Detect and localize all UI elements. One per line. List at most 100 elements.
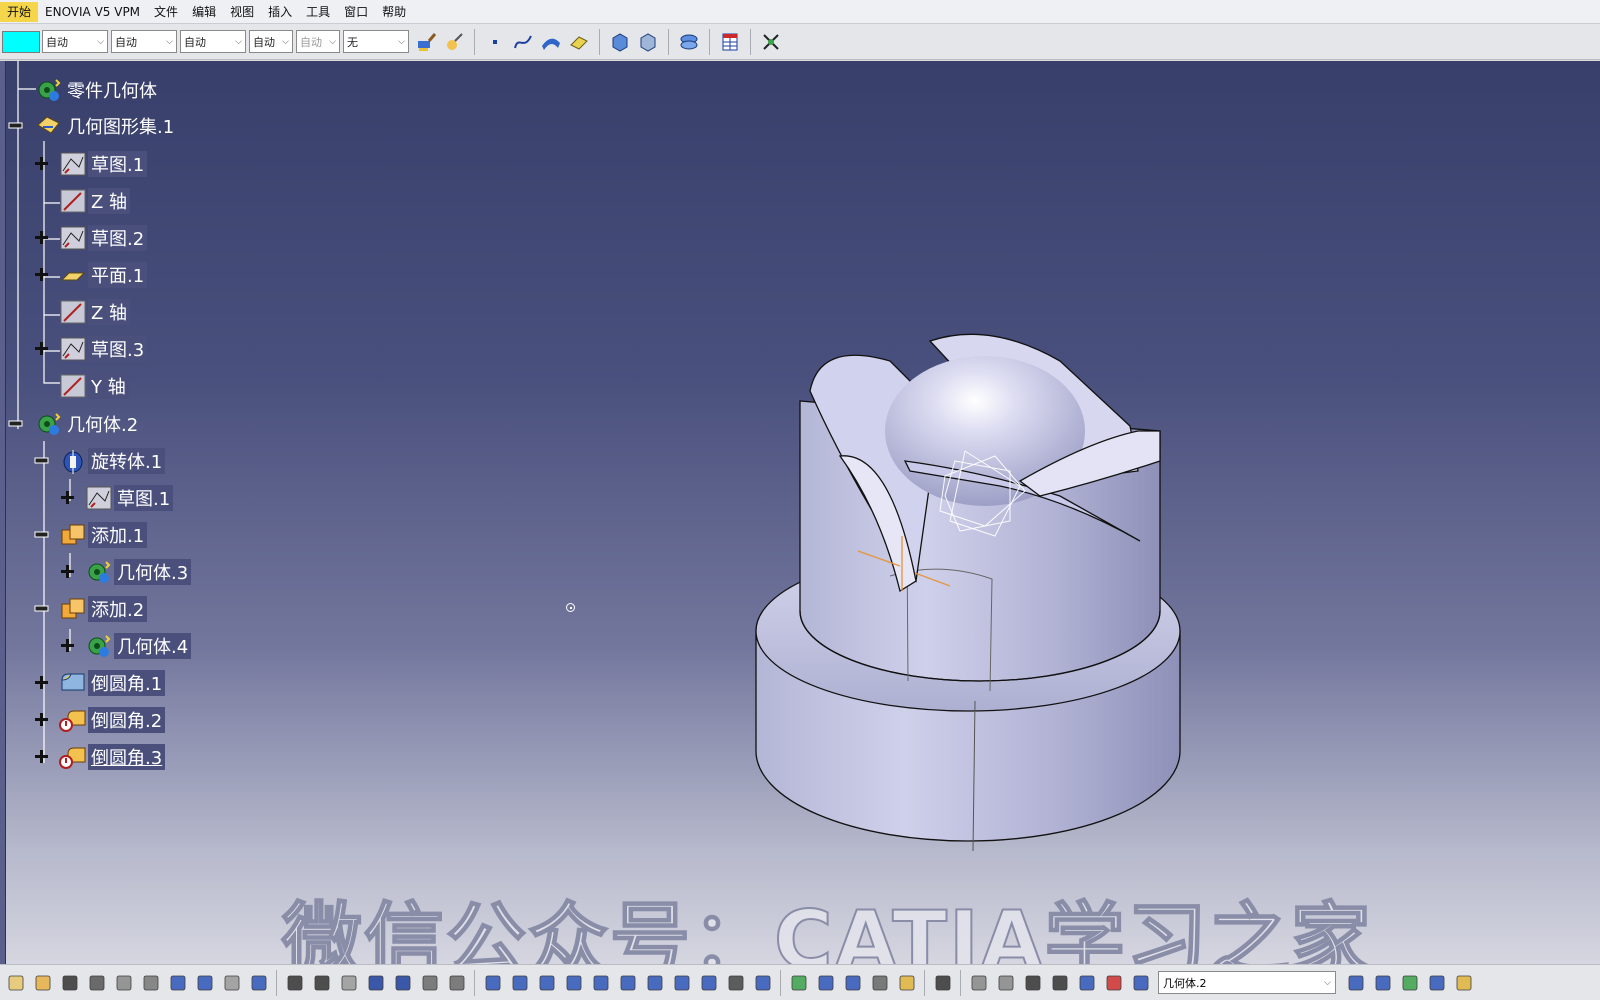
tree-node-label[interactable]: 添加.2 [88, 596, 148, 622]
expand-plus-icon[interactable] [34, 341, 49, 356]
capture-icon[interactable] [930, 970, 955, 996]
menu-item-6[interactable]: 工具 [299, 2, 337, 22]
tree-node-label[interactable]: 几何图形集.1 [64, 113, 177, 139]
grab-icon[interactable] [993, 970, 1018, 996]
expand-plus-icon[interactable] [34, 230, 49, 245]
eraser-icon[interactable] [566, 29, 592, 55]
measure-between-icon[interactable] [840, 970, 865, 996]
menu-item-1[interactable]: ENOVIA V5 VPM [38, 2, 147, 22]
tree-node-label[interactable]: 零件几何体 [64, 77, 160, 103]
print-icon[interactable] [84, 970, 109, 996]
axis-system-icon[interactable] [1020, 970, 1045, 996]
structure-icon[interactable] [444, 970, 469, 996]
linetype-combo[interactable]: 自动 ⌵ [42, 30, 108, 53]
swap-space-icon[interactable] [750, 970, 775, 996]
expand-plus-icon[interactable] [34, 675, 49, 690]
lineweight-combo[interactable]: 自动 ⌵ [111, 30, 177, 53]
tree-node-label[interactable]: 草图.1 [114, 485, 174, 511]
layer-combo[interactable]: 自动 ⌵ [296, 30, 340, 53]
tree-node[interactable]: 几何图形集.1 [34, 111, 177, 141]
tree-node[interactable]: 倒圆角.1 [58, 668, 166, 698]
redo-icon[interactable] [219, 970, 244, 996]
expand-plus-icon[interactable] [60, 564, 75, 579]
paste-icon[interactable] [165, 970, 190, 996]
tree-node[interactable]: 添加.1 [58, 520, 148, 550]
collapse-minus-icon[interactable] [8, 416, 23, 431]
whats-this-icon[interactable] [246, 970, 271, 996]
flex-icon[interactable] [966, 970, 991, 996]
tree-node-label[interactable]: Z 轴 [88, 299, 131, 325]
select-icon[interactable] [480, 970, 505, 996]
normal-view-icon[interactable] [642, 970, 667, 996]
view-normal-icon[interactable] [607, 29, 633, 55]
tree-node[interactable]: 倒圆角.2 [58, 705, 166, 735]
open-icon[interactable] [30, 970, 55, 996]
render-icon[interactable] [786, 970, 811, 996]
measure-icon[interactable] [758, 29, 784, 55]
tree-node[interactable]: 草图.1 [58, 149, 148, 179]
analysis-icon[interactable] [1451, 970, 1476, 996]
painter-icon[interactable] [441, 29, 467, 55]
view-material-icon[interactable] [635, 29, 661, 55]
tree-node[interactable]: Z 轴 [58, 297, 131, 327]
paint-brush-icon[interactable] [413, 29, 439, 55]
menu-item-8[interactable]: 帮助 [375, 2, 413, 22]
expand-plus-icon[interactable] [34, 156, 49, 171]
tree-node-label[interactable]: 几何体.2 [64, 411, 141, 437]
tree-node-label[interactable]: 倒圆角.1 [88, 670, 166, 696]
tree-node[interactable]: 旋转体.1 [58, 446, 166, 476]
tree-node-label[interactable]: 旋转体.1 [88, 448, 166, 474]
tree-node-label[interactable]: 添加.1 [88, 522, 148, 548]
collapse-minus-icon[interactable] [8, 118, 23, 133]
expand-plus-icon[interactable] [60, 638, 75, 653]
body-icon[interactable] [1343, 970, 1368, 996]
3d-viewport[interactable]: 零件几何体 几何图形集.1 草图.1 Z 轴草图.2 平面.1 Z 轴草图.3 Y 轴几何体… [0, 61, 1600, 964]
collapse-minus-icon[interactable] [34, 601, 49, 616]
fit-all-icon[interactable] [507, 970, 532, 996]
tree-node-label[interactable]: 平面.1 [88, 262, 148, 288]
comment-icon[interactable] [309, 970, 334, 996]
new-icon[interactable] [3, 970, 28, 996]
chart-icon[interactable] [1424, 970, 1449, 996]
list-icon[interactable] [1128, 970, 1153, 996]
menu-item-0[interactable]: 开始 [0, 1, 39, 22]
tree-node-label[interactable]: 几何体.3 [114, 559, 192, 585]
render-combo[interactable]: 无 ⌵ [343, 30, 409, 53]
transparency-combo[interactable]: 自动 ⌵ [180, 30, 246, 53]
tree-node[interactable]: 添加.2 [58, 594, 148, 624]
constraint-icon[interactable] [1101, 970, 1126, 996]
cut-icon[interactable] [111, 970, 136, 996]
render-style-icon[interactable] [676, 29, 702, 55]
measure-item-icon[interactable] [867, 970, 892, 996]
menu-item-2[interactable]: 文件 [147, 2, 185, 22]
hide-show-icon[interactable] [723, 970, 748, 996]
point-icon[interactable] [482, 29, 508, 55]
copy-icon[interactable] [138, 970, 163, 996]
param-icon[interactable] [1397, 970, 1422, 996]
tree-node[interactable]: 零件几何体 [34, 75, 160, 105]
menu-item-5[interactable]: 插入 [261, 2, 299, 22]
tree-node[interactable]: Z 轴 [58, 186, 131, 216]
menu-item-3[interactable]: 编辑 [185, 2, 223, 22]
expand-plus-icon[interactable] [34, 712, 49, 727]
zoom-in-icon[interactable] [588, 970, 613, 996]
table-icon[interactable] [717, 29, 743, 55]
tree-node-label[interactable]: Y 轴 [88, 373, 129, 399]
tree-node[interactable]: 草图.3 [58, 334, 148, 364]
expand-plus-icon[interactable] [60, 490, 75, 505]
tree-node[interactable]: 平面.1 [58, 260, 148, 290]
iso-view-icon[interactable] [696, 970, 721, 996]
surface-icon[interactable] [538, 29, 564, 55]
3d-part-model[interactable] [740, 281, 1220, 871]
tree-node-label[interactable]: 倒圆角.2 [88, 707, 166, 733]
tree-node-label[interactable]: 几何体.4 [114, 633, 192, 659]
update-icon[interactable] [813, 970, 838, 996]
undo-icon[interactable] [192, 970, 217, 996]
collapse-minus-icon[interactable] [34, 527, 49, 542]
tree-node[interactable]: 几何体.4 [84, 631, 192, 661]
tree-node-label[interactable]: 草图.2 [88, 225, 148, 251]
tree-node[interactable]: 草图.1 [84, 483, 174, 513]
multi-view-icon[interactable] [669, 970, 694, 996]
sketcher-icon[interactable] [1370, 970, 1395, 996]
spline-icon[interactable] [510, 29, 536, 55]
